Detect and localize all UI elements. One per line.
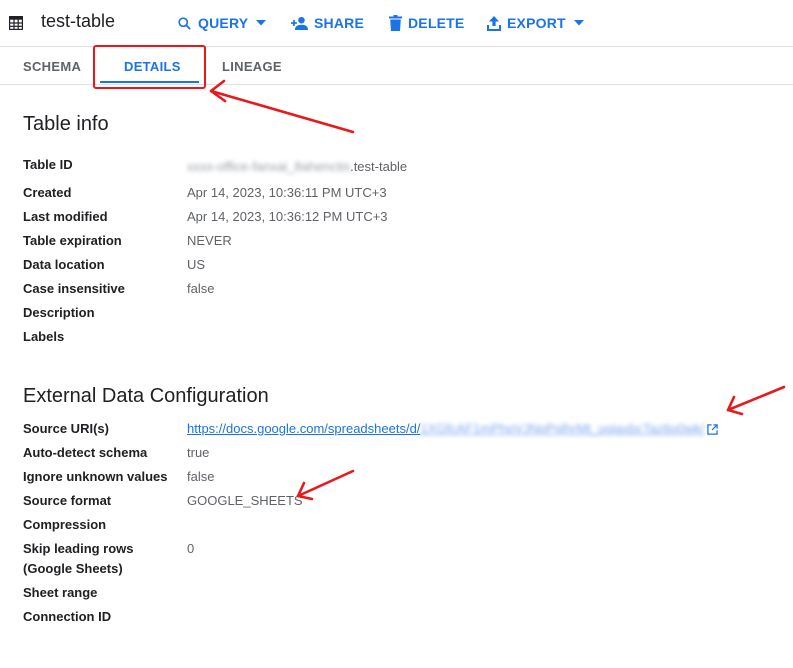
export-label: EXPORT: [507, 15, 566, 31]
value-source-uris: https://docs.google.com/spreadsheets/d/1…: [187, 421, 719, 436]
label-source-format: Source format: [23, 493, 112, 508]
label-table-id: Table ID: [23, 157, 73, 172]
value-table-expiration: NEVER: [187, 233, 232, 248]
label-data-location: Data location: [23, 257, 105, 272]
caret-down-icon: [573, 20, 584, 26]
person-add-icon: [291, 16, 308, 30]
annotation-arrow-details: [209, 79, 355, 134]
label-skip-leading-rows: Skip leading rows: [23, 541, 134, 556]
tab-schema[interactable]: SCHEMA: [23, 59, 81, 74]
annotation-highlight-box: [93, 45, 206, 89]
label-case-insensitive: Case insensitive: [23, 281, 125, 296]
annotation-arrow-source-uri: [726, 385, 786, 416]
label-sheet-range: Sheet range: [23, 585, 98, 600]
toolbar: test-table QUERY SHARE DELETE EXPORT: [0, 0, 793, 46]
value-ignore-unknown-values: false: [187, 469, 215, 484]
label-connection-id: Connection ID: [23, 609, 112, 624]
label-auto-detect-schema: Auto-detect schema: [23, 445, 148, 460]
value-auto-detect-schema: true: [187, 445, 210, 460]
annotation-arrow-source-format: [296, 469, 355, 501]
value-source-format: GOOGLE_SHEETS: [187, 493, 303, 508]
share-label: SHARE: [314, 15, 365, 31]
table-info-title: Table info: [23, 113, 109, 135]
query-button[interactable]: QUERY: [177, 14, 267, 32]
redacted-project-id: xxxx-office-fanxai_8ahenctis: [187, 159, 351, 174]
table-id-text: .test-table: [350, 159, 408, 174]
value-table-id: xxxx-office-fanxai_8ahenctis.test-table: [187, 159, 407, 174]
label-ignore-unknown-values: Ignore unknown values: [23, 469, 168, 484]
value-last-modified: Apr 14, 2023, 10:36:12 PM UTC+3: [187, 209, 388, 224]
query-label: QUERY: [198, 15, 249, 31]
value-data-location: US: [187, 257, 206, 272]
upload-icon: [487, 15, 501, 31]
table-icon: [9, 16, 23, 30]
label-created: Created: [23, 185, 72, 200]
label-source-uris: Source URI(s): [23, 421, 109, 436]
external-config-title: External Data Configuration: [23, 385, 269, 407]
value-case-insensitive: false: [187, 281, 215, 296]
page-title: test-table: [41, 11, 116, 31]
label-table-expiration: Table expiration: [23, 233, 122, 248]
label-compression: Compression: [23, 517, 107, 532]
caret-down-icon: [256, 20, 267, 26]
label-description: Description: [23, 305, 95, 320]
label-labels: Labels: [23, 329, 65, 344]
search-icon: [178, 16, 191, 30]
redacted-sheet-id[interactable]: 1XGfcAF1mPhpVJNpPqlhrMt_ugiaxbcTaz6o0wk/: [420, 421, 704, 436]
delete-label: DELETE: [408, 15, 465, 31]
open-in-new-icon[interactable]: [707, 424, 719, 435]
value-created: Apr 14, 2023, 10:36:11 PM UTC+3: [187, 185, 387, 200]
value-skip-leading-rows: 0: [187, 541, 195, 556]
source-uri-link[interactable]: https://docs.google.com/spreadsheets/d/: [187, 421, 420, 436]
share-button[interactable]: SHARE: [291, 14, 364, 32]
label-skip-leading-rows-line2: (Google Sheets): [23, 561, 123, 576]
label-last-modified: Last modified: [23, 209, 108, 224]
export-button[interactable]: EXPORT: [487, 14, 584, 32]
trash-icon: [389, 15, 402, 31]
delete-button[interactable]: DELETE: [389, 14, 464, 32]
tab-lineage[interactable]: LINEAGE: [222, 59, 282, 74]
